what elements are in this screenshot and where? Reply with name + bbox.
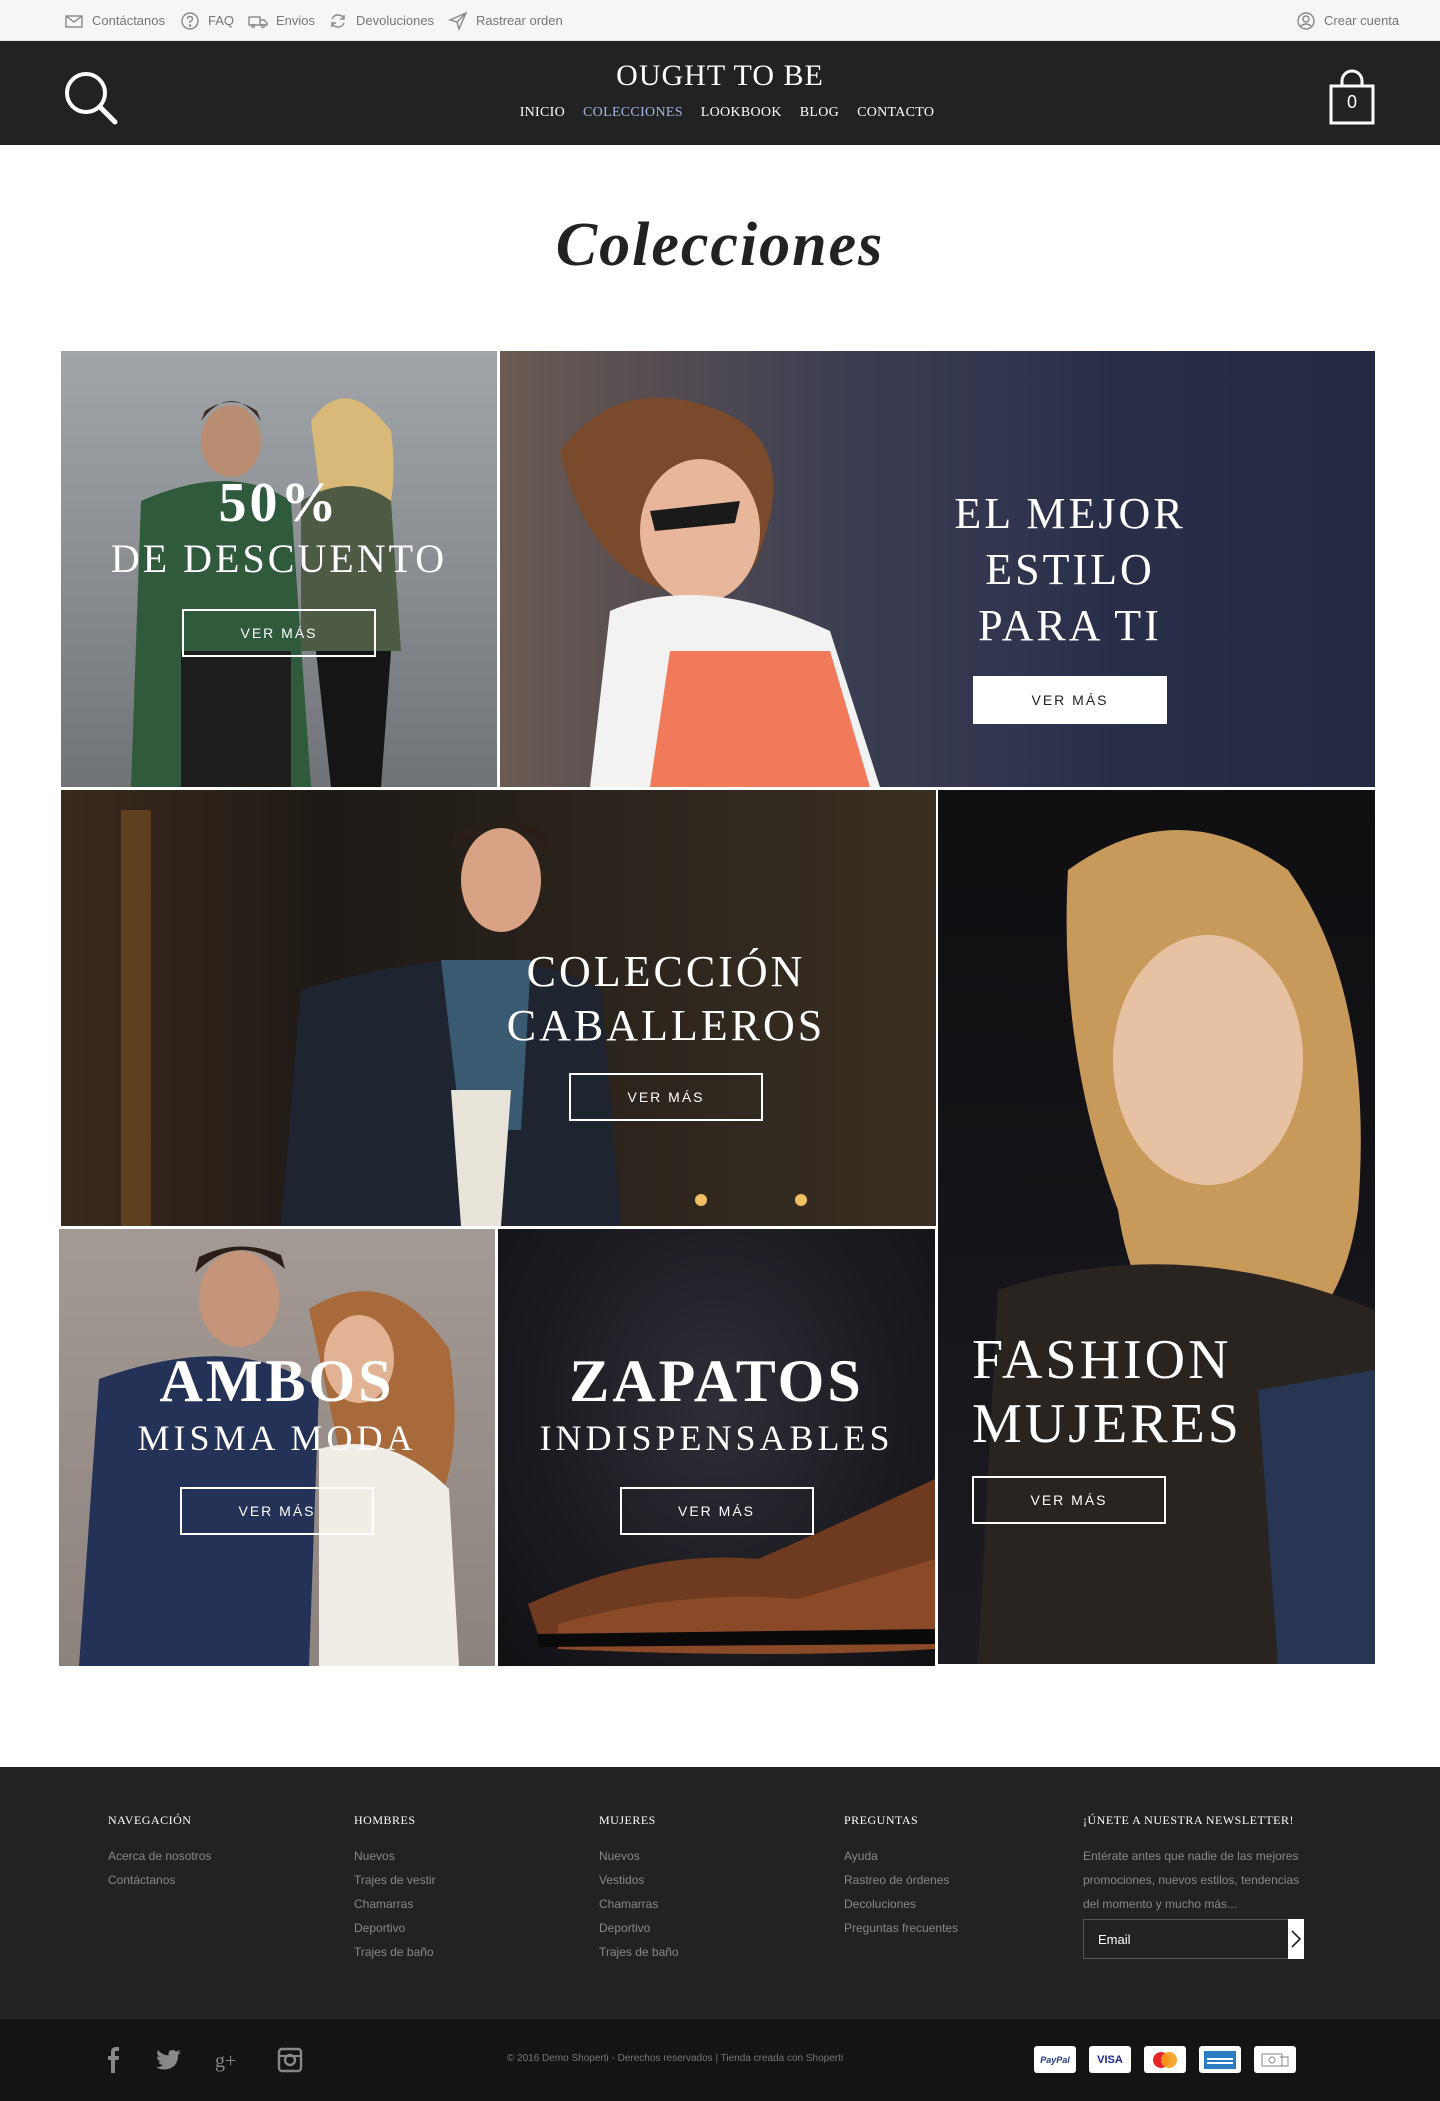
returns-link-label: Devoluciones bbox=[356, 13, 435, 28]
faq-link[interactable]: FAQ bbox=[180, 0, 234, 41]
nav-item-contacto[interactable]: CONTACTO bbox=[857, 105, 934, 121]
tile-both-subtitle: MISMA MODA bbox=[137, 1418, 417, 1458]
footer-newsletter: ¡ÚNETE A NUESTRA NEWSLETTER! Entérate an… bbox=[1083, 1813, 1308, 1916]
footer-link[interactable]: Rastreo de órdenes bbox=[844, 1868, 958, 1892]
tile-discount[interactable]: 50% DE DESCUENTO VER MÁS bbox=[61, 351, 497, 787]
tile-men-button[interactable]: VER MÁS bbox=[569, 1073, 763, 1121]
envelope-icon bbox=[65, 14, 83, 28]
create-account-link-label: Crear cuenta bbox=[1324, 13, 1400, 28]
mastercard-icon bbox=[1144, 2046, 1186, 2073]
track-order-link[interactable]: Rastrear orden bbox=[448, 0, 563, 41]
shipping-link-label: Envios bbox=[276, 13, 316, 28]
nav-item-inicio[interactable]: INICIO bbox=[520, 105, 565, 121]
newsletter-form bbox=[1083, 1919, 1304, 1959]
create-account-link[interactable]: Crear cuenta bbox=[1296, 0, 1399, 41]
page-title: Colecciones bbox=[555, 211, 885, 279]
tile-shoes-button[interactable]: VER MÁS bbox=[619, 1487, 814, 1535]
newsletter-submit-button[interactable] bbox=[1288, 1919, 1304, 1959]
tile-discount-button[interactable]: VER MÁS bbox=[182, 609, 376, 657]
footer-link[interactable]: Preguntas frecuentes bbox=[844, 1916, 958, 1940]
footer-link[interactable]: Trajes de baño bbox=[354, 1940, 436, 1964]
footer-link[interactable]: Deportivo bbox=[599, 1916, 679, 1940]
cash-icon bbox=[1254, 2046, 1296, 2073]
tile-women-subtitle: MUJERES bbox=[972, 1393, 1242, 1455]
tile-both-button[interactable]: VER MÁS bbox=[180, 1487, 374, 1535]
footer-link[interactable]: Trajes de vestir bbox=[354, 1868, 436, 1892]
footer-link[interactable]: Acerca de nosotros bbox=[108, 1844, 211, 1868]
tile-men-title: COLECCIÓN bbox=[526, 947, 806, 996]
tile-discount-title: 50% bbox=[218, 472, 340, 534]
faq-link-label: FAQ bbox=[208, 13, 235, 28]
tile-women-title: FASHION bbox=[972, 1329, 1232, 1391]
footer-navigation: NAVEGACIÓN Acerca de nosotros Contáctano… bbox=[108, 1813, 211, 1892]
main-nav: INICIO COLECCIONES LOOKBOOK BLOG CONTACT… bbox=[0, 105, 1440, 121]
tile-shoes-title: ZAPATOS bbox=[569, 1348, 864, 1414]
footer-link[interactable]: Ayuda bbox=[844, 1844, 958, 1868]
footer-link[interactable]: Deportivo bbox=[354, 1916, 436, 1940]
question-icon bbox=[181, 11, 199, 30]
visa-icon: VISA bbox=[1089, 2046, 1131, 2073]
amex-icon bbox=[1199, 2046, 1241, 2073]
footer: NAVEGACIÓN Acerca de nosotros Contáctano… bbox=[0, 1767, 1440, 2019]
tile-men[interactable]: COLECCIÓN CABALLEROS VER MÁS bbox=[61, 790, 936, 1226]
tile-women-button[interactable]: VER MÁS bbox=[972, 1476, 1166, 1524]
footer-link[interactable]: Contáctanos bbox=[108, 1868, 211, 1892]
tile-women[interactable]: FASHION MUJERES VER MÁS bbox=[938, 790, 1375, 1664]
contact-link-label: Contáctanos bbox=[92, 13, 165, 28]
nav-item-lookbook[interactable]: LOOKBOOK bbox=[701, 105, 782, 121]
footer-bottom-bar: g+ © 2016 Demo Shoperti - Derechos reser… bbox=[0, 2019, 1440, 2101]
footer-link[interactable]: Nuevos bbox=[599, 1844, 679, 1868]
footer-link[interactable]: Chamarras bbox=[599, 1892, 679, 1916]
send-icon bbox=[448, 11, 468, 31]
footer-link[interactable]: Chamarras bbox=[354, 1892, 436, 1916]
returns-link[interactable]: Devoluciones bbox=[328, 0, 434, 41]
shipping-link[interactable]: Envios bbox=[248, 0, 315, 41]
main-header: OUGHT TO BE INICIO COLECCIONES LOOKBOOK … bbox=[0, 41, 1440, 145]
user-icon bbox=[1297, 11, 1315, 30]
blonde-woman-photo bbox=[978, 830, 1375, 1664]
footer-navigation-title: NAVEGACIÓN bbox=[108, 1813, 192, 1827]
footer-link[interactable]: Trajes de baño bbox=[599, 1940, 679, 1964]
footer-women: MUJERES Nuevos Vestidos Chamarras Deport… bbox=[599, 1813, 679, 1964]
tile-discount-subtitle: DE DESCUENTO bbox=[110, 536, 448, 581]
nav-item-colecciones[interactable]: COLECCIONES bbox=[583, 105, 683, 121]
tile-shoes-subtitle: INDISPENSABLES bbox=[539, 1418, 894, 1458]
tile-style-title: EL MEJOR ESTILO bbox=[954, 489, 1186, 594]
paypal-icon: PayPal bbox=[1034, 2046, 1076, 2073]
tile-both-title: AMBOS bbox=[159, 1348, 395, 1414]
nav-item-blog[interactable]: BLOG bbox=[800, 105, 839, 121]
tile-style-subtitle: PARA TI bbox=[978, 601, 1162, 650]
refresh-icon bbox=[331, 13, 345, 28]
footer-newsletter-text: Entérate antes que nadie de las mejores … bbox=[1083, 1849, 1300, 1911]
newsletter-email-input[interactable] bbox=[1083, 1919, 1288, 1959]
contact-link[interactable]: Contáctanos bbox=[64, 0, 165, 41]
tile-style-button[interactable]: VER MÁS bbox=[973, 676, 1167, 724]
chevron-right-icon bbox=[1291, 1930, 1302, 1948]
track-order-link-label: Rastrear orden bbox=[476, 13, 563, 28]
footer-men-title: HOMBRES bbox=[354, 1813, 416, 1827]
tile-shoes[interactable]: ZAPATOS INDISPENSABLES VER MÁS bbox=[498, 1229, 935, 1666]
cart-button[interactable]: 0 bbox=[1328, 69, 1376, 125]
footer-questions: PREGUNTAS Ayuda Rastreo de órdenes Decol… bbox=[844, 1813, 958, 1940]
footer-men: HOMBRES Nuevos Trajes de vestir Chamarra… bbox=[354, 1813, 436, 1964]
footer-women-title: MUJERES bbox=[599, 1813, 656, 1827]
utility-bar: Contáctanos FAQ Envios Devoluciones Rast… bbox=[0, 0, 1440, 41]
store-logo[interactable]: OUGHT TO BE bbox=[0, 59, 1440, 93]
footer-link[interactable]: Nuevos bbox=[354, 1844, 436, 1868]
footer-newsletter-title: ¡ÚNETE A NUESTRA NEWSLETTER! bbox=[1083, 1813, 1294, 1827]
tile-both[interactable]: AMBOS MISMA MODA VER MÁS bbox=[59, 1229, 495, 1666]
cart-count: 0 bbox=[1346, 92, 1357, 112]
footer-link[interactable]: Vestidos bbox=[599, 1868, 679, 1892]
footer-link[interactable]: Decoluciones bbox=[844, 1892, 958, 1916]
truck-icon bbox=[248, 15, 268, 28]
footer-questions-title: PREGUNTAS bbox=[844, 1813, 919, 1827]
tile-style[interactable]: EL MEJOR ESTILO PARA TI VER MÁS bbox=[500, 351, 1375, 787]
tile-men-subtitle: CABALLEROS bbox=[506, 1001, 826, 1050]
